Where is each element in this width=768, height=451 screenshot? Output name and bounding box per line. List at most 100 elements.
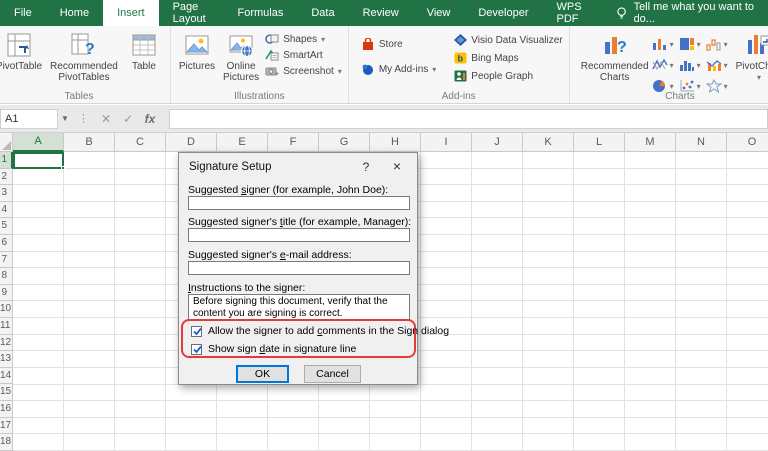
select-all-button[interactable] bbox=[0, 133, 13, 152]
cell-J6[interactable] bbox=[472, 235, 523, 252]
cell-K17[interactable] bbox=[523, 417, 574, 435]
tab-data[interactable]: Data bbox=[297, 0, 348, 26]
cell-A12[interactable] bbox=[13, 334, 64, 352]
column-header-G[interactable]: G bbox=[319, 133, 370, 152]
tab-review[interactable]: Review bbox=[349, 0, 413, 26]
cell-N17[interactable] bbox=[676, 417, 727, 435]
cell-F17[interactable] bbox=[268, 417, 319, 435]
pivottable-button[interactable]: PivotTable bbox=[0, 30, 46, 74]
cell-C10[interactable] bbox=[115, 301, 166, 319]
cell-A11[interactable] bbox=[13, 318, 64, 335]
dialog-help-button[interactable]: ? bbox=[359, 160, 373, 174]
cell-A8[interactable] bbox=[13, 268, 64, 285]
cell-M7[interactable] bbox=[625, 251, 676, 269]
cell-I7[interactable] bbox=[421, 251, 472, 269]
cell-O1[interactable] bbox=[727, 152, 768, 169]
tab-view[interactable]: View bbox=[413, 0, 465, 26]
cell-K8[interactable] bbox=[523, 268, 574, 285]
cell-I3[interactable] bbox=[421, 185, 472, 202]
tab-insert[interactable]: Insert bbox=[103, 0, 159, 26]
recommended-pivottables-button[interactable]: ? Recommended PivotTables bbox=[46, 30, 122, 85]
cell-B6[interactable] bbox=[64, 235, 115, 252]
tab-file[interactable]: File bbox=[0, 0, 46, 26]
row-header-9[interactable]: 9 bbox=[0, 284, 13, 302]
cell-C3[interactable] bbox=[115, 185, 166, 202]
cell-J1[interactable] bbox=[472, 152, 523, 169]
cell-C4[interactable] bbox=[115, 201, 166, 219]
cell-I4[interactable] bbox=[421, 201, 472, 219]
cell-C12[interactable] bbox=[115, 334, 166, 352]
cell-J5[interactable] bbox=[472, 218, 523, 236]
cell-E17[interactable] bbox=[217, 417, 268, 435]
column-header-F[interactable]: F bbox=[268, 133, 319, 152]
cell-O5[interactable] bbox=[727, 218, 768, 236]
formula-bar-handle[interactable]: ⋮ bbox=[72, 112, 95, 125]
cell-O9[interactable] bbox=[727, 284, 768, 302]
cell-C16[interactable] bbox=[115, 401, 166, 418]
cell-B1[interactable] bbox=[64, 152, 115, 169]
cell-K1[interactable] bbox=[523, 152, 574, 169]
cell-M14[interactable] bbox=[625, 367, 676, 385]
cancel-button[interactable]: Cancel bbox=[304, 365, 361, 383]
row-header-1[interactable]: 1 bbox=[0, 152, 13, 169]
insert-column-chart-button[interactable]: ▾ bbox=[652, 34, 678, 54]
cell-M18[interactable] bbox=[625, 434, 676, 451]
cell-D16[interactable] bbox=[166, 401, 217, 418]
my-addins-button[interactable]: My Add-ins ▾ bbox=[361, 63, 436, 76]
cell-N15[interactable] bbox=[676, 384, 727, 402]
tab-page-layout[interactable]: Page Layout bbox=[159, 0, 224, 26]
row-header-4[interactable]: 4 bbox=[0, 201, 13, 219]
enter-entry-icon[interactable]: ✓ bbox=[117, 112, 139, 126]
cell-M5[interactable] bbox=[625, 218, 676, 236]
screenshot-button[interactable]: + Screenshot ▾ bbox=[265, 65, 342, 77]
cell-J9[interactable] bbox=[472, 284, 523, 302]
column-header-K[interactable]: K bbox=[523, 133, 574, 152]
cell-J15[interactable] bbox=[472, 384, 523, 402]
cancel-entry-icon[interactable]: ✕ bbox=[95, 112, 117, 126]
cell-G15[interactable] bbox=[319, 384, 370, 402]
cell-J12[interactable] bbox=[472, 334, 523, 352]
column-header-N[interactable]: N bbox=[676, 133, 727, 152]
cell-B18[interactable] bbox=[64, 434, 115, 451]
cell-J7[interactable] bbox=[472, 251, 523, 269]
row-header-14[interactable]: 14 bbox=[0, 367, 13, 385]
cell-L10[interactable] bbox=[574, 301, 625, 319]
cell-A15[interactable] bbox=[13, 384, 64, 402]
cell-N11[interactable] bbox=[676, 318, 727, 335]
column-header-D[interactable]: D bbox=[166, 133, 217, 152]
cell-L16[interactable] bbox=[574, 401, 625, 418]
cell-I15[interactable] bbox=[421, 384, 472, 402]
cell-C13[interactable] bbox=[115, 351, 166, 368]
cell-B15[interactable] bbox=[64, 384, 115, 402]
cell-J11[interactable] bbox=[472, 318, 523, 335]
tab-formulas[interactable]: Formulas bbox=[224, 0, 298, 26]
cell-L18[interactable] bbox=[574, 434, 625, 451]
suggested-signer-email-input[interactable] bbox=[188, 261, 410, 275]
cell-L15[interactable] bbox=[574, 384, 625, 402]
cell-O15[interactable] bbox=[727, 384, 768, 402]
show-sign-date-checkbox[interactable] bbox=[191, 343, 202, 355]
cell-I6[interactable] bbox=[421, 235, 472, 252]
cell-K14[interactable] bbox=[523, 367, 574, 385]
cell-G18[interactable] bbox=[319, 434, 370, 451]
cell-D17[interactable] bbox=[166, 417, 217, 435]
suggested-signer-input[interactable] bbox=[188, 196, 410, 210]
cell-K18[interactable] bbox=[523, 434, 574, 451]
column-header-A[interactable]: A bbox=[13, 133, 64, 152]
cell-J14[interactable] bbox=[472, 367, 523, 385]
cell-M13[interactable] bbox=[625, 351, 676, 368]
cell-B4[interactable] bbox=[64, 201, 115, 219]
cell-J8[interactable] bbox=[472, 268, 523, 285]
cell-L13[interactable] bbox=[574, 351, 625, 368]
row-header-3[interactable]: 3 bbox=[0, 185, 13, 202]
row-header-13[interactable]: 13 bbox=[0, 351, 13, 368]
cell-L17[interactable] bbox=[574, 417, 625, 435]
column-header-M[interactable]: M bbox=[625, 133, 676, 152]
cell-M15[interactable] bbox=[625, 384, 676, 402]
cell-C8[interactable] bbox=[115, 268, 166, 285]
cell-A10[interactable] bbox=[13, 301, 64, 319]
insert-line-chart-button[interactable]: ▾ bbox=[652, 55, 678, 75]
cell-A17[interactable] bbox=[13, 417, 64, 435]
cell-N13[interactable] bbox=[676, 351, 727, 368]
cell-B10[interactable] bbox=[64, 301, 115, 319]
